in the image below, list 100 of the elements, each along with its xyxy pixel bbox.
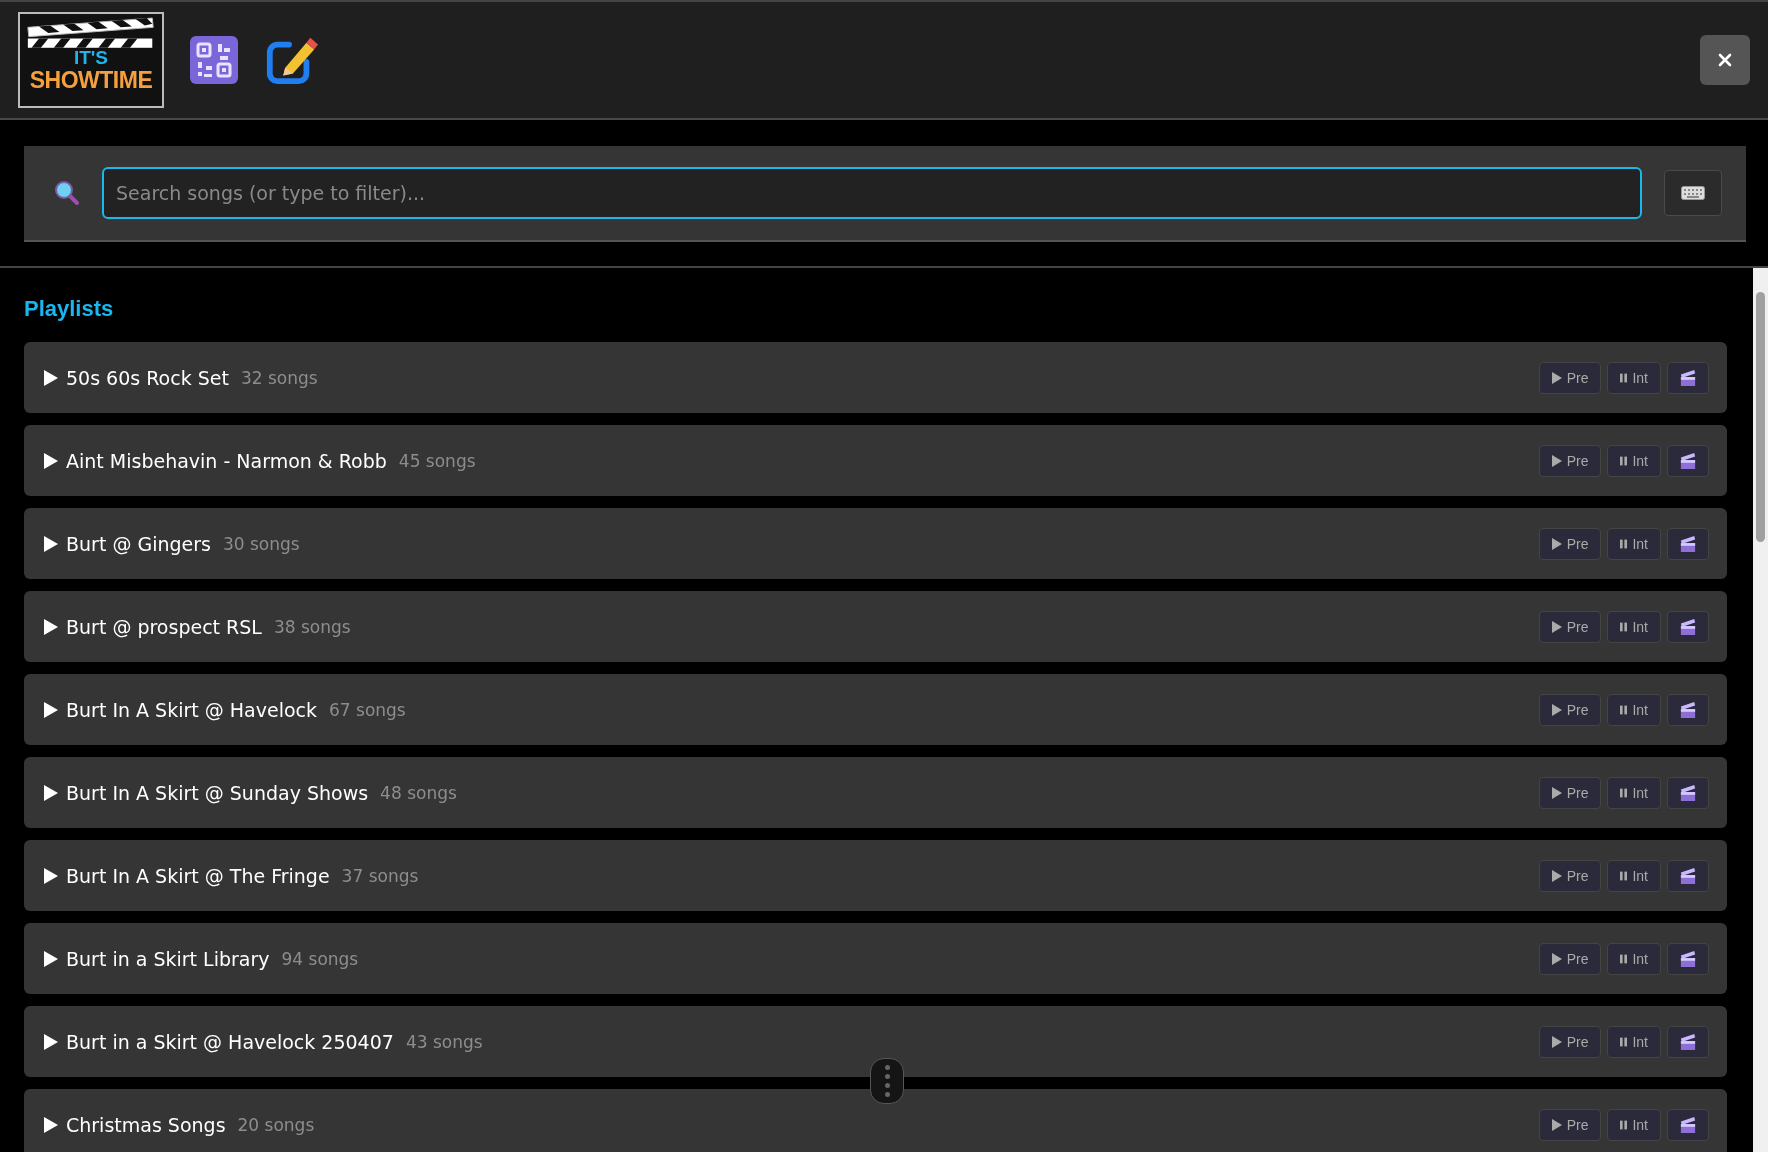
preview-button[interactable]: Pre: [1538, 693, 1602, 726]
caret-icon[interactable]: [44, 867, 58, 884]
song-count: 43 songs: [405, 1031, 483, 1052]
play-icon: [1551, 371, 1562, 384]
preview-button[interactable]: Pre: [1538, 776, 1602, 809]
playlist-row[interactable]: Burt @ Gingers 30 songs Pre Int: [24, 508, 1727, 579]
playlist-name: Burt In A Skirt @ Havelock: [66, 698, 317, 721]
qr-code-button[interactable]: [190, 36, 238, 84]
song-count: 67 songs: [329, 699, 406, 720]
caret-icon[interactable]: [44, 369, 58, 386]
playlist-row[interactable]: Christmas Songs 20 songs Pre Int: [24, 1089, 1727, 1152]
search-field[interactable]: Search songs (or type to filter)...: [102, 167, 1642, 219]
preview-button[interactable]: Pre: [1538, 361, 1602, 394]
song-count: 38 songs: [273, 616, 351, 637]
keyboard-icon: [1681, 185, 1705, 201]
playlist-name: 50s 60s Rock Set: [66, 366, 229, 389]
preview-button[interactable]: Pre: [1538, 527, 1602, 560]
playlist-row[interactable]: Burt in a Skirt @ Havelock 250407 43 songs Pre Int: [24, 1006, 1727, 1077]
drag-handle[interactable]: [870, 1058, 904, 1104]
preview-button[interactable]: Pre: [1538, 610, 1602, 643]
playlist-row[interactable]: 50s 60s Rock Set 32 songs Pre Int: [24, 342, 1727, 413]
playlist-row[interactable]: Burt In A Skirt @ Havelock 67 songs Pre Int: [24, 674, 1727, 745]
preview-button[interactable]: Pre: [1538, 942, 1602, 975]
playlist-row[interactable]: Burt in a Skirt Library 94 songs Pre Int: [24, 923, 1727, 994]
playlist-name: Burt @ prospect RSL: [66, 615, 262, 638]
caret-icon[interactable]: [44, 950, 58, 967]
preview-button[interactable]: Pre: [1538, 1025, 1602, 1058]
song-count: 20 songs: [237, 1114, 315, 1135]
search-icon: [54, 180, 80, 206]
playlist-name: Burt @ Gingers: [66, 532, 211, 555]
app-logo[interactable]: IT'S SHOWTIME: [18, 12, 164, 108]
play-icon: [1551, 537, 1562, 550]
intro-button[interactable]: Int: [1607, 859, 1661, 892]
intro-button[interactable]: Int: [1607, 527, 1661, 560]
song-count: 94 songs: [281, 948, 359, 969]
clapperboard-icon: [1680, 617, 1696, 636]
caret-icon[interactable]: [44, 535, 58, 552]
show-button[interactable]: [1667, 527, 1709, 560]
show-button[interactable]: [1667, 942, 1709, 975]
clapperboard-icon: [1680, 949, 1696, 968]
pause-icon: [1620, 455, 1628, 466]
playlist-row[interactable]: Burt In A Skirt @ The Fringe 37 songs Pre Int: [24, 840, 1727, 911]
show-button[interactable]: [1667, 776, 1709, 809]
intro-button[interactable]: Int: [1607, 610, 1661, 643]
close-button[interactable]: [1700, 35, 1750, 85]
section-title: Playlists: [24, 296, 115, 322]
intro-button[interactable]: Int: [1607, 361, 1661, 394]
intro-button[interactable]: Int: [1607, 942, 1661, 975]
song-count: 32 songs: [240, 367, 318, 388]
caret-icon[interactable]: [44, 452, 58, 469]
scrollbar[interactable]: [1753, 268, 1768, 1152]
song-count: 45 songs: [398, 450, 476, 471]
caret-icon[interactable]: [44, 701, 58, 718]
preview-button[interactable]: Pre: [1538, 444, 1602, 477]
clapperboard-icon: [1680, 1032, 1696, 1051]
playlist-row[interactable]: Burt @ prospect RSL 38 songs Pre Int: [24, 591, 1727, 662]
preview-button[interactable]: Pre: [1538, 859, 1602, 892]
intro-button[interactable]: Int: [1607, 1108, 1661, 1141]
show-button[interactable]: [1667, 859, 1709, 892]
clapperboard-icon: [1680, 451, 1696, 470]
show-button[interactable]: [1667, 361, 1709, 394]
song-count: 37 songs: [341, 865, 419, 886]
play-icon: [1551, 952, 1562, 965]
pause-icon: [1620, 870, 1628, 881]
show-button[interactable]: [1667, 693, 1709, 726]
pause-icon: [1620, 1119, 1628, 1130]
caret-icon[interactable]: [44, 618, 58, 635]
pause-icon: [1620, 372, 1628, 383]
playlist-name: Burt In A Skirt @ The Fringe: [66, 864, 330, 887]
intro-button[interactable]: Int: [1607, 776, 1661, 809]
caret-icon[interactable]: [44, 1116, 58, 1133]
playlist-row[interactable]: Aint Misbehavin - Narmon & Robb 45 songs Pre Int: [24, 425, 1727, 496]
pause-icon: [1620, 953, 1628, 964]
play-icon: [1551, 1118, 1562, 1131]
pause-icon: [1620, 621, 1628, 632]
play-icon: [1551, 703, 1562, 716]
show-button[interactable]: [1667, 1025, 1709, 1058]
intro-button[interactable]: Int: [1607, 1025, 1661, 1058]
pause-icon: [1620, 538, 1628, 549]
playlist-row[interactable]: Burt In A Skirt @ Sunday Shows 48 songs Pre Int: [24, 757, 1727, 828]
logo-text: IT'S: [73, 48, 109, 68]
show-button[interactable]: [1667, 610, 1709, 643]
intro-button[interactable]: Int: [1607, 693, 1661, 726]
preview-button[interactable]: Pre: [1538, 1108, 1602, 1141]
show-button[interactable]: [1667, 444, 1709, 477]
caret-icon[interactable]: [44, 784, 58, 801]
play-icon: [1551, 1035, 1562, 1048]
playlist-name: Aint Misbehavin - Narmon & Robb: [66, 449, 387, 472]
show-button[interactable]: [1667, 1108, 1709, 1141]
playlist-name: Burt in a Skirt Library: [66, 947, 270, 970]
pause-icon: [1620, 1036, 1628, 1047]
pause-icon: [1620, 787, 1628, 798]
close-icon: [1717, 52, 1733, 68]
keyboard-button[interactable]: [1664, 170, 1722, 216]
clapperboard-icon: [1680, 700, 1696, 719]
caret-icon[interactable]: [44, 1033, 58, 1050]
intro-button[interactable]: Int: [1607, 444, 1661, 477]
logo-text: SHOWTIME: [29, 68, 153, 92]
play-icon: [1551, 620, 1562, 633]
clapperboard-icon: [1680, 866, 1696, 885]
